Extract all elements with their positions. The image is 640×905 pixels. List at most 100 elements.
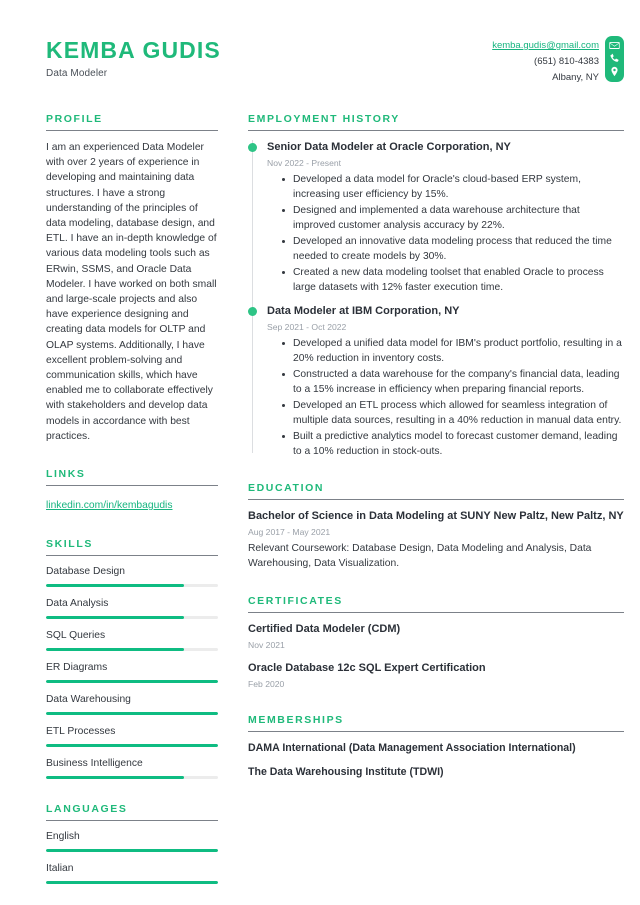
section-title-certificates: CERTIFICATES bbox=[248, 595, 343, 607]
skill-row: SQL Queries bbox=[46, 629, 218, 652]
skill-row: Database Design bbox=[46, 565, 218, 588]
job-bullet: Developed an innovative data modeling pr… bbox=[282, 234, 624, 264]
certificate-date: Feb 2020 bbox=[248, 679, 285, 689]
section-divider bbox=[248, 731, 624, 732]
skill-label: Database Design bbox=[46, 566, 125, 578]
job-bullet: Designed and implemented a data warehous… bbox=[282, 203, 624, 233]
skill-bar-track bbox=[46, 680, 218, 684]
skill-bar-track bbox=[46, 744, 218, 748]
job-title: Data Modeler at IBM Corporation, NY bbox=[267, 305, 460, 317]
skill-row: ETL Processes bbox=[46, 725, 218, 748]
section-title-education: EDUCATION bbox=[248, 482, 325, 494]
section-memberships: MEMBERSHIPS DAMA International (Data Man… bbox=[248, 714, 624, 780]
resume-header: KEMBA GUDIS Data Modeler kemba.gudis@gma… bbox=[0, 0, 640, 86]
section-employment: EMPLOYMENT HISTORY Senior Data Modeler a… bbox=[248, 113, 624, 459]
main-column: EMPLOYMENT HISTORY Senior Data Modeler a… bbox=[236, 113, 624, 894]
education-title: Bachelor of Science in Data Modeling at … bbox=[248, 510, 624, 522]
certificate-title: Certified Data Modeler (CDM) bbox=[248, 623, 401, 635]
skill-bar-track bbox=[46, 616, 218, 620]
skill-row: Data Warehousing bbox=[46, 693, 218, 716]
certificate-entry: Certified Data Modeler (CDM) Nov 2021 bbox=[248, 622, 624, 651]
education-description: Relevant Coursework: Database Design, Da… bbox=[248, 543, 592, 569]
membership-item: The Data Warehousing Institute (TDWI) bbox=[248, 766, 444, 778]
contact-phone: (651) 810-4383 bbox=[534, 56, 599, 67]
skills-list: Database Design Data Analysis SQL Querie… bbox=[46, 565, 218, 780]
contact-lines: kemba.gudis@gmail.com (651) 810-4383 Alb… bbox=[492, 36, 605, 86]
skill-bar-fill bbox=[46, 744, 218, 748]
skill-label: Data Analysis bbox=[46, 598, 109, 610]
section-divider bbox=[46, 130, 218, 131]
skill-label: Data Warehousing bbox=[46, 694, 131, 706]
sidebar-column: PROFILE I am an experienced Data Modeler… bbox=[46, 113, 236, 894]
job-bullet: Created a new data modeling toolset that… bbox=[282, 265, 624, 295]
job-title: Senior Data Modeler at Oracle Corporatio… bbox=[267, 141, 511, 153]
languages-list: English Italian bbox=[46, 830, 218, 885]
skill-label: Business Intelligence bbox=[46, 758, 143, 770]
resume-body: PROFILE I am an experienced Data Modeler… bbox=[0, 113, 640, 894]
resume-page: KEMBA GUDIS Data Modeler kemba.gudis@gma… bbox=[0, 0, 640, 905]
job-bullets: Developed a data model for Oracle's clou… bbox=[267, 172, 624, 295]
timeline-dot-icon bbox=[248, 143, 257, 152]
job-bullets: Developed a unified data model for IBM's… bbox=[267, 336, 624, 459]
section-title-profile: PROFILE bbox=[46, 113, 103, 125]
profile-text: I am an experienced Data Modeler with ov… bbox=[46, 142, 217, 442]
language-label: English bbox=[46, 831, 80, 843]
skill-bar-track bbox=[46, 776, 218, 780]
section-certificates: CERTIFICATES Certified Data Modeler (CDM… bbox=[248, 595, 624, 690]
candidate-job-title: Data Modeler bbox=[46, 67, 108, 79]
section-links: LINKS linkedin.com/in/kembagudis bbox=[46, 468, 218, 514]
job-entry: Senior Data Modeler at Oracle Corporatio… bbox=[248, 140, 624, 295]
skill-label: ER Diagrams bbox=[46, 662, 108, 674]
certificate-date: Nov 2021 bbox=[248, 640, 285, 650]
section-title-skills: SKILLS bbox=[46, 538, 93, 551]
link-item[interactable]: linkedin.com/in/kembagudis bbox=[46, 500, 173, 511]
job-bullet: Constructed a data warehouse for the com… bbox=[282, 367, 624, 397]
section-skills: SKILLS Database Design Data Analysis SQL… bbox=[46, 538, 218, 780]
skill-row: Data Analysis bbox=[46, 597, 218, 620]
job-date: Nov 2022 - Present bbox=[267, 158, 342, 168]
skill-label: ETL Processes bbox=[46, 726, 116, 738]
contact-block: kemba.gudis@gmail.com (651) 810-4383 Alb… bbox=[492, 36, 624, 86]
language-label: Italian bbox=[46, 863, 74, 875]
section-title-links: LINKS bbox=[46, 468, 86, 481]
language-bar-track bbox=[46, 849, 218, 853]
skill-bar-track bbox=[46, 712, 218, 716]
skill-row: Business Intelligence bbox=[46, 757, 218, 780]
section-education: EDUCATION Bachelor of Science in Data Mo… bbox=[248, 482, 624, 571]
timeline-dot-icon bbox=[248, 307, 257, 316]
skill-bar-fill bbox=[46, 776, 184, 780]
certificate-title: Oracle Database 12c SQL Expert Certifica… bbox=[248, 662, 486, 674]
section-divider bbox=[46, 485, 218, 487]
section-divider bbox=[46, 820, 218, 822]
section-divider bbox=[46, 555, 218, 557]
language-bar-fill bbox=[46, 849, 218, 853]
job-date: Sep 2021 - Oct 2022 bbox=[267, 322, 347, 332]
certificate-entry: Oracle Database 12c SQL Expert Certifica… bbox=[248, 661, 624, 690]
section-title-languages: LANGUAGES bbox=[46, 803, 128, 816]
job-bullet: Developed an ETL process which allowed f… bbox=[282, 398, 624, 428]
envelope-icon bbox=[609, 40, 620, 51]
skill-bar-fill bbox=[46, 648, 184, 652]
job-bullet: Developed a data model for Oracle's clou… bbox=[282, 172, 624, 202]
membership-item: DAMA International (Data Management Asso… bbox=[248, 742, 576, 754]
education-date: Aug 2017 - May 2021 bbox=[248, 527, 331, 537]
skill-bar-fill bbox=[46, 712, 218, 716]
skill-row: ER Diagrams bbox=[46, 661, 218, 684]
skill-bar-fill bbox=[46, 616, 184, 620]
skill-bar-fill bbox=[46, 584, 184, 588]
education-entry: Bachelor of Science in Data Modeling at … bbox=[248, 509, 624, 571]
section-title-employment: EMPLOYMENT HISTORY bbox=[248, 113, 400, 125]
candidate-name: KEMBA GUDIS bbox=[46, 37, 221, 63]
phone-icon bbox=[609, 53, 620, 64]
job-bullet: Developed a unified data model for IBM's… bbox=[282, 336, 624, 366]
contact-email[interactable]: kemba.gudis@gmail.com bbox=[492, 38, 599, 54]
section-profile: PROFILE I am an experienced Data Modeler… bbox=[46, 113, 218, 444]
skill-bar-track bbox=[46, 648, 218, 652]
language-row: English bbox=[46, 830, 218, 853]
section-divider bbox=[248, 499, 624, 500]
skill-bar-fill bbox=[46, 680, 218, 684]
language-bar-track bbox=[46, 881, 218, 885]
job-entry: Data Modeler at IBM Corporation, NY Sep … bbox=[248, 304, 624, 459]
section-languages: LANGUAGES English Italian bbox=[46, 803, 218, 885]
location-pin-icon bbox=[609, 66, 620, 77]
